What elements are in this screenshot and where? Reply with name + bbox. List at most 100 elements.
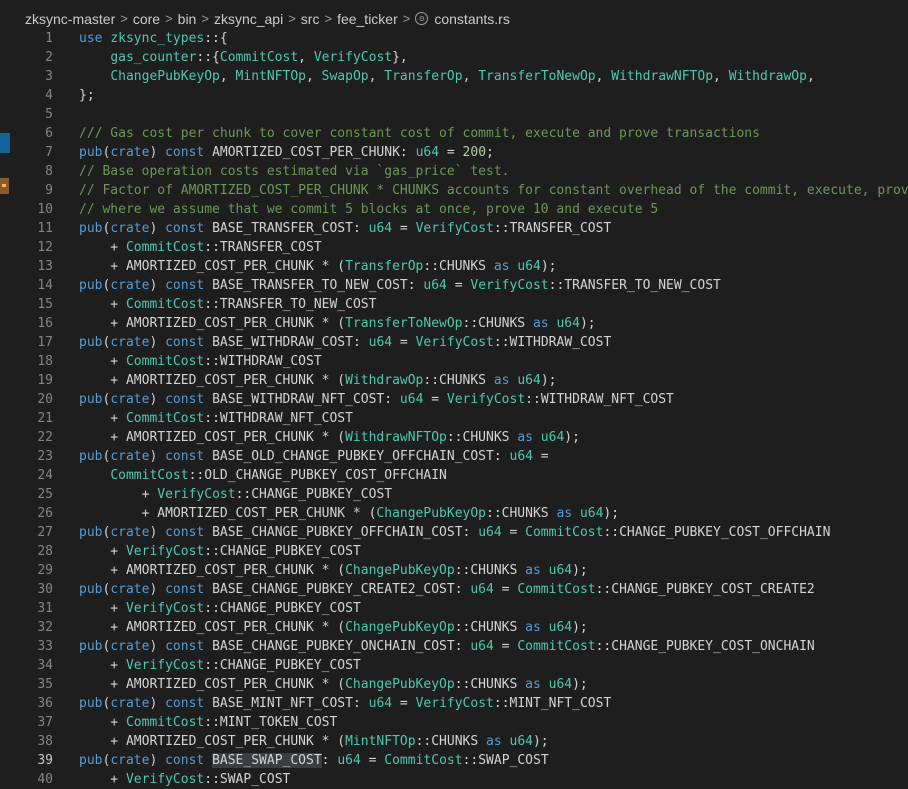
code-line[interactable]: 30 pub(crate) const BASE_CHANGE_PUBKEY_CR…	[0, 580, 908, 599]
code-line[interactable]: 11 pub(crate) const BASE_TRANSFER_COST: u…	[0, 219, 908, 238]
code-token: u64	[540, 430, 565, 445]
code-token: CommitCost	[125, 297, 205, 312]
line-number: 39	[37, 753, 53, 768]
code-token: const	[165, 392, 205, 407]
code-text: + CommitCost::TRANSFER_TO_NEW_COST	[79, 295, 376, 314]
code-token: );	[572, 563, 588, 578]
line-number: 35	[37, 677, 53, 692]
code-editor[interactable]: 1 use zksync_types::{2 gas_counter::{Comm…	[0, 29, 908, 789]
code-line[interactable]: 1 use zksync_types::{	[0, 29, 908, 48]
code-line[interactable]: 18 + CommitCost::WITHDRAW_COST	[0, 352, 908, 371]
code-text: pub(crate) const BASE_WITHDRAW_COST: u64…	[79, 333, 611, 352]
code-line[interactable]: 29 + AMORTIZED_COST_PER_CHUNK * (ChangeP…	[0, 561, 908, 580]
code-line[interactable]: 3 ChangePubKeyOp, MintNFTOp, SwapOp, Tra…	[0, 67, 908, 86]
code-token: + AMORTIZED_COST_PER_CHUNK * (	[79, 259, 346, 274]
code-line[interactable]: 34 + VerifyCost::CHANGE_PUBKEY_COST	[0, 656, 908, 675]
code-token: as	[525, 677, 541, 692]
code-line[interactable]: 36 pub(crate) const BASE_MINT_NFT_COST: u…	[0, 694, 908, 713]
breadcrumb-item-fee-ticker[interactable]: fee_ticker	[337, 11, 398, 27]
code-token: as	[517, 430, 533, 445]
code-line[interactable]: 12 + CommitCost::TRANSFER_COST	[0, 238, 908, 257]
code-line[interactable]: 16 + AMORTIZED_COST_PER_CHUNK * (Transfe…	[0, 314, 908, 333]
chevron-right-icon: >	[120, 11, 128, 26]
code-token: )	[149, 335, 166, 350]
code-token: )	[149, 525, 166, 540]
code-token: );	[540, 373, 557, 388]
code-text: // Factor of AMORTIZED_COST_PER_CHUNK * …	[79, 181, 908, 200]
line-number: 6	[45, 126, 53, 141]
breadcrumb-item-zksync-master[interactable]: zksync-master	[25, 11, 115, 27]
code-token: BASE_CHANGE_PUBKEY_CREATE2_COST:	[204, 582, 471, 597]
code-line[interactable]: 32 + AMORTIZED_COST_PER_CHUNK * (ChangeP…	[0, 618, 908, 637]
code-token: +	[79, 411, 126, 426]
code-line[interactable]: 9 // Factor of AMORTIZED_COST_PER_CHUNK *…	[0, 181, 908, 200]
code-text: + CommitCost::WITHDRAW_COST	[79, 352, 321, 371]
code-token: pub	[79, 278, 103, 293]
code-line[interactable]: 26 + AMORTIZED_COST_PER_CHUNK * (ChangeP…	[0, 504, 908, 523]
code-token: // where we assume that we commit 5 bloc…	[79, 202, 659, 217]
code-token: )	[149, 639, 166, 654]
breadcrumb-item-bin[interactable]: bin	[178, 11, 197, 27]
line-number: 17	[37, 335, 53, 350]
code-token: const	[165, 449, 205, 464]
code-token: BASE_MINT_NFT_COST:	[204, 696, 369, 711]
code-line[interactable]: 17 pub(crate) const BASE_WITHDRAW_COST: u…	[0, 333, 908, 352]
code-line[interactable]: 8 // Base operation costs estimated via `…	[0, 162, 908, 181]
code-line[interactable]: 31 + VerifyCost::CHANGE_PUBKEY_COST	[0, 599, 908, 618]
code-token: ,	[219, 69, 236, 84]
code-text: ChangePubKeyOp, MintNFTOp, SwapOp, Trans…	[79, 67, 814, 86]
code-line[interactable]: 27 pub(crate) const BASE_CHANGE_PUBKEY_OF…	[0, 523, 908, 542]
code-token: u64	[337, 753, 361, 768]
code-line[interactable]: 7 pub(crate) const AMORTIZED_COST_PER_CHU…	[0, 143, 908, 162]
code-line[interactable]: 2 gas_counter::{CommitCost, VerifyCost},	[0, 48, 908, 67]
code-line[interactable]: 25 + VerifyCost::CHANGE_PUBKEY_COST	[0, 485, 908, 504]
line-number: 34	[37, 658, 53, 673]
code-token: const	[165, 335, 205, 350]
line-number: 14	[37, 278, 53, 293]
code-token: =	[501, 525, 526, 540]
breadcrumb-item-core[interactable]: core	[133, 11, 160, 27]
code-line[interactable]: 35 + AMORTIZED_COST_PER_CHUNK * (ChangeP…	[0, 675, 908, 694]
code-token: ::CHANGE_PUBKEY_COST	[204, 544, 361, 559]
code-line[interactable]: 19 + AMORTIZED_COST_PER_CHUNK * (Withdra…	[0, 371, 908, 390]
code-line[interactable]: 15 + CommitCost::TRANSFER_TO_NEW_COST	[0, 295, 908, 314]
code-line[interactable]: 38 + AMORTIZED_COST_PER_CHUNK * (MintNFT…	[0, 732, 908, 751]
code-text: + VerifyCost::CHANGE_PUBKEY_COST	[79, 485, 393, 504]
code-token: ,	[595, 69, 612, 84]
line-number: 25	[37, 487, 53, 502]
code-line[interactable]: 39 pub(crate) const BASE_SWAP_COST: u64 =…	[0, 751, 908, 770]
code-line[interactable]: 6 /// Gas cost per chunk to cover constan…	[0, 124, 908, 143]
code-text: + CommitCost::TRANSFER_COST	[79, 238, 321, 257]
code-token: )	[149, 696, 166, 711]
code-token: ,	[368, 69, 385, 84]
code-line[interactable]: 20 pub(crate) const BASE_WITHDRAW_NFT_COS…	[0, 390, 908, 409]
code-text: + VerifyCost::CHANGE_PUBKEY_COST	[79, 599, 361, 618]
code-line[interactable]: 5	[0, 105, 908, 124]
code-line[interactable]: 21 + CommitCost::WITHDRAW_NFT_COST	[0, 409, 908, 428]
code-line[interactable]: 22 + AMORTIZED_COST_PER_CHUNK * (Withdra…	[0, 428, 908, 447]
code-text: pub(crate) const AMORTIZED_COST_PER_CHUN…	[79, 143, 494, 162]
code-text: // where we assume that we commit 5 bloc…	[79, 200, 658, 219]
chevron-right-icon: >	[201, 11, 209, 26]
breadcrumb-item-zksync-api[interactable]: zksync_api	[214, 11, 283, 27]
code-line[interactable]: 24 CommitCost::OLD_CHANGE_PUBKEY_COST_OF…	[0, 466, 908, 485]
code-token: ::MINT_NFT_COST	[493, 696, 612, 711]
code-token: u64	[368, 221, 393, 236]
code-token: 200	[462, 145, 487, 160]
code-token: =	[446, 278, 471, 293]
code-token: as	[486, 734, 502, 749]
breadcrumb-item-src[interactable]: src	[301, 11, 320, 27]
code-line[interactable]: 37 + CommitCost::MINT_TOKEN_COST	[0, 713, 908, 732]
code-line[interactable]: 10 // where we assume that we commit 5 bl…	[0, 200, 908, 219]
code-line[interactable]: 28 + VerifyCost::CHANGE_PUBKEY_COST	[0, 542, 908, 561]
breadcrumb-file[interactable]: constants.rs	[434, 11, 509, 27]
code-line[interactable]: 40 + VerifyCost::SWAP_COST	[0, 770, 908, 789]
code-line[interactable]: 23 pub(crate) const BASE_OLD_CHANGE_PUBKE…	[0, 447, 908, 466]
code-line[interactable]: 13 + AMORTIZED_COST_PER_CHUNK * (Transfe…	[0, 257, 908, 276]
code-token: as	[493, 373, 510, 388]
code-line[interactable]: 4};	[0, 86, 908, 105]
code-line[interactable]: 33 pub(crate) const BASE_CHANGE_PUBKEY_ON…	[0, 637, 908, 656]
code-line[interactable]: 14 pub(crate) const BASE_TRANSFER_TO_NEW_…	[0, 276, 908, 295]
